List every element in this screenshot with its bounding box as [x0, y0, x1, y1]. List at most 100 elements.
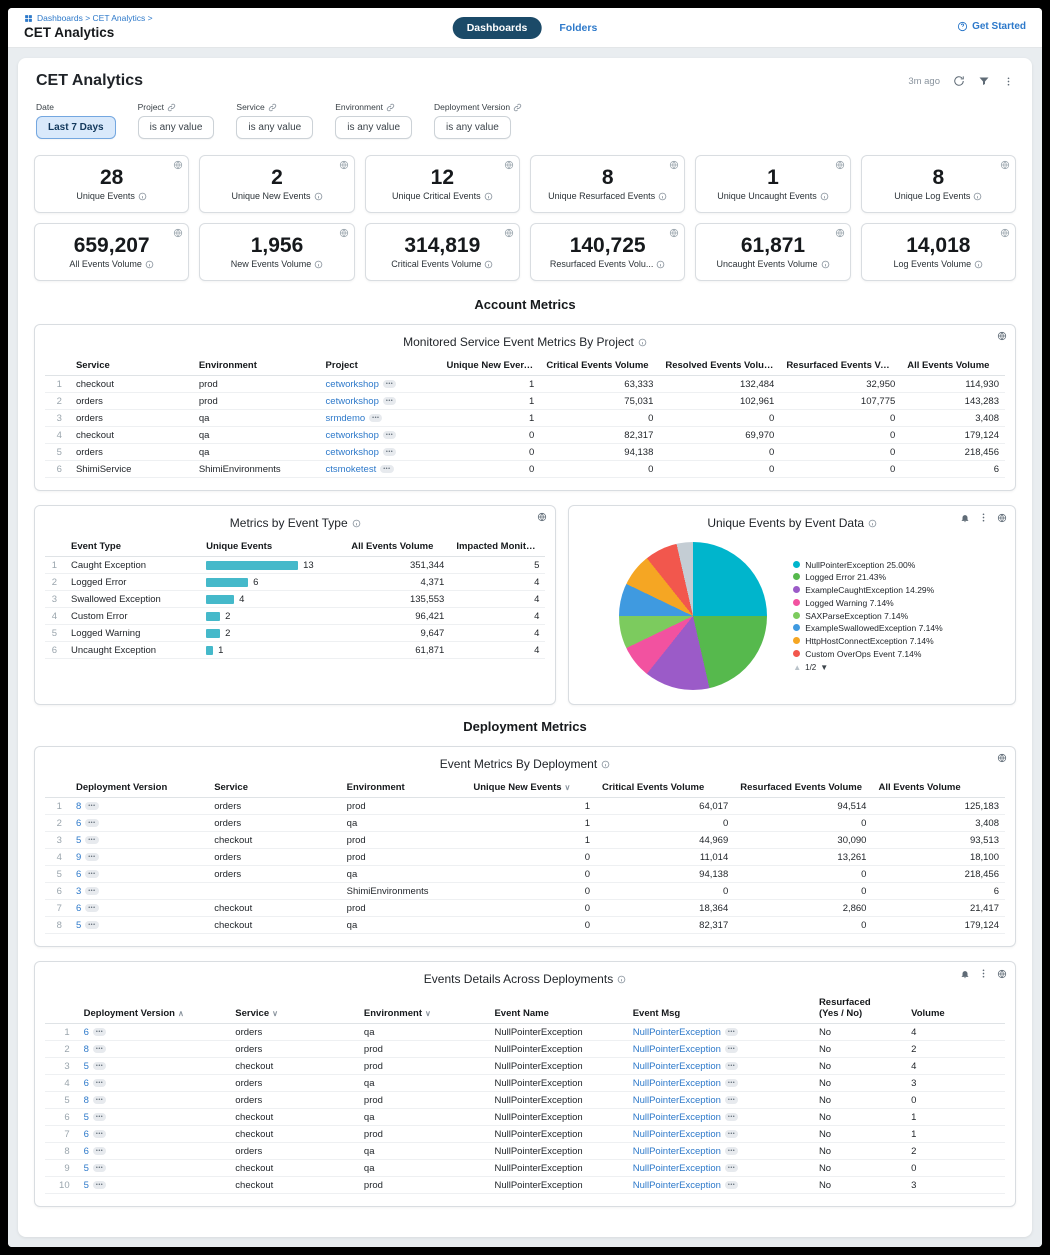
info-icon[interactable]	[352, 519, 361, 528]
globe-icon[interactable]	[504, 160, 514, 170]
kebab-icon[interactable]	[978, 512, 989, 523]
column-header[interactable]: Environment∨	[358, 994, 489, 1024]
column-header[interactable]: Critical Events Volume	[596, 779, 734, 798]
cell-link[interactable]: 5	[84, 1112, 89, 1123]
column-header[interactable]: All Events Volume	[901, 357, 1005, 376]
expand-chip[interactable]: •••	[725, 1181, 738, 1189]
column-header[interactable]: Environment	[193, 357, 320, 376]
globe-icon[interactable]	[835, 228, 845, 238]
column-header[interactable]: Resolved Events Volume	[659, 357, 780, 376]
info-icon[interactable]	[314, 260, 323, 269]
cell-link[interactable]: 5	[84, 1180, 89, 1191]
column-header[interactable]: Resurfaced Events Volume	[734, 779, 872, 798]
pie-chart[interactable]	[619, 542, 767, 690]
cell-link[interactable]: ctsmoketest	[326, 464, 377, 475]
expand-chip[interactable]: •••	[85, 836, 98, 844]
cell-link[interactable]: NullPointerException	[633, 1112, 721, 1123]
filter-icon[interactable]	[978, 75, 990, 87]
expand-chip[interactable]: •••	[85, 921, 98, 929]
bell-icon[interactable]	[960, 513, 970, 523]
cell-link[interactable]: NullPointerException	[633, 1146, 721, 1157]
breadcrumb-text[interactable]: Dashboards > CET Analytics >	[37, 13, 153, 23]
expand-chip[interactable]: •••	[369, 414, 382, 422]
expand-chip[interactable]: •••	[725, 1113, 738, 1121]
info-icon[interactable]	[138, 192, 147, 201]
cell-link[interactable]: cetworkshop	[326, 379, 379, 390]
info-icon[interactable]	[601, 760, 610, 769]
cell-link[interactable]: 8	[84, 1095, 89, 1106]
expand-chip[interactable]: •••	[383, 380, 396, 388]
cell-link[interactable]: 9	[76, 852, 81, 863]
column-header[interactable]: Unique New Ever...∨	[441, 357, 541, 376]
column-header[interactable]: Environment	[341, 779, 468, 798]
expand-chip[interactable]: •••	[85, 819, 98, 827]
legend-next-icon[interactable]: ▼	[820, 663, 828, 672]
column-header[interactable]: Event Type	[65, 538, 200, 557]
legend-item[interactable]: SAXParseException 7.14%	[793, 611, 965, 621]
legend-item[interactable]: Logged Warning 7.14%	[793, 598, 965, 608]
legend-item[interactable]: ExampleCaughtException 14.29%	[793, 585, 965, 595]
bar-segment[interactable]	[206, 629, 220, 638]
globe-icon[interactable]	[173, 228, 183, 238]
tab-dashboards[interactable]: Dashboards	[453, 17, 542, 39]
legend-item[interactable]: Custom OverOps Event 7.14%	[793, 649, 965, 659]
filter-value-button[interactable]: is any value	[335, 116, 412, 139]
cell-link[interactable]: NullPointerException	[633, 1027, 721, 1038]
column-header[interactable]: Service	[70, 357, 193, 376]
globe-icon[interactable]	[997, 331, 1007, 341]
expand-chip[interactable]: •••	[380, 465, 393, 473]
expand-chip[interactable]: •••	[85, 870, 98, 878]
globe-icon[interactable]	[835, 160, 845, 170]
column-header[interactable]: Unique Events	[200, 538, 345, 557]
get-started-link[interactable]: Get Started	[957, 21, 1026, 32]
cell-link[interactable]: 5	[84, 1163, 89, 1174]
globe-icon[interactable]	[669, 228, 679, 238]
cell-link[interactable]: NullPointerException	[633, 1129, 721, 1140]
info-icon[interactable]	[974, 260, 983, 269]
filter-value-button[interactable]: Last 7 Days	[36, 116, 116, 139]
legend-item[interactable]: NullPointerException 25.00%	[793, 560, 965, 570]
legend-item[interactable]: Logged Error 21.43%	[793, 572, 965, 582]
info-icon[interactable]	[638, 338, 647, 347]
column-header[interactable]: All Events Volume	[872, 779, 1005, 798]
info-icon[interactable]	[820, 192, 829, 201]
globe-icon[interactable]	[997, 753, 1007, 763]
expand-chip[interactable]: •••	[93, 1164, 106, 1172]
cell-link[interactable]: NullPointerException	[633, 1044, 721, 1055]
globe-icon[interactable]	[339, 160, 349, 170]
cell-link[interactable]: cetworkshop	[326, 447, 379, 458]
bar-segment[interactable]	[206, 646, 213, 655]
expand-chip[interactable]: •••	[383, 431, 396, 439]
globe-icon[interactable]	[173, 160, 183, 170]
expand-chip[interactable]: •••	[85, 802, 98, 810]
column-header[interactable]: Volume	[905, 994, 1005, 1024]
info-icon[interactable]	[821, 260, 830, 269]
expand-chip[interactable]: •••	[725, 1062, 738, 1070]
cell-link[interactable]: NullPointerException	[633, 1095, 721, 1106]
globe-icon[interactable]	[504, 228, 514, 238]
cell-link[interactable]: 8	[84, 1044, 89, 1055]
expand-chip[interactable]: •••	[93, 1130, 106, 1138]
cell-link[interactable]: 6	[76, 903, 81, 914]
column-header[interactable]: Unique New Events∨	[467, 779, 596, 798]
expand-chip[interactable]: •••	[93, 1079, 106, 1087]
cell-link[interactable]: 3	[76, 886, 81, 897]
cell-link[interactable]: 6	[84, 1146, 89, 1157]
cell-link[interactable]: 6	[84, 1129, 89, 1140]
filter-value-button[interactable]: is any value	[236, 116, 313, 139]
cell-link[interactable]: srmdemo	[326, 413, 366, 424]
filter-value-button[interactable]: is any value	[138, 116, 215, 139]
cell-link[interactable]: 8	[76, 801, 81, 812]
expand-chip[interactable]: •••	[93, 1147, 106, 1155]
cell-link[interactable]: cetworkshop	[326, 430, 379, 441]
globe-icon[interactable]	[1000, 228, 1010, 238]
column-header[interactable]: All Events Volume	[345, 538, 450, 557]
info-icon[interactable]	[617, 975, 626, 984]
expand-chip[interactable]: •••	[85, 887, 98, 895]
expand-chip[interactable]: •••	[725, 1130, 738, 1138]
column-header[interactable]: Critical Events Volume	[540, 357, 659, 376]
info-icon[interactable]	[484, 192, 493, 201]
expand-chip[interactable]: •••	[93, 1113, 106, 1121]
globe-icon[interactable]	[669, 160, 679, 170]
cell-link[interactable]: cetworkshop	[326, 396, 379, 407]
